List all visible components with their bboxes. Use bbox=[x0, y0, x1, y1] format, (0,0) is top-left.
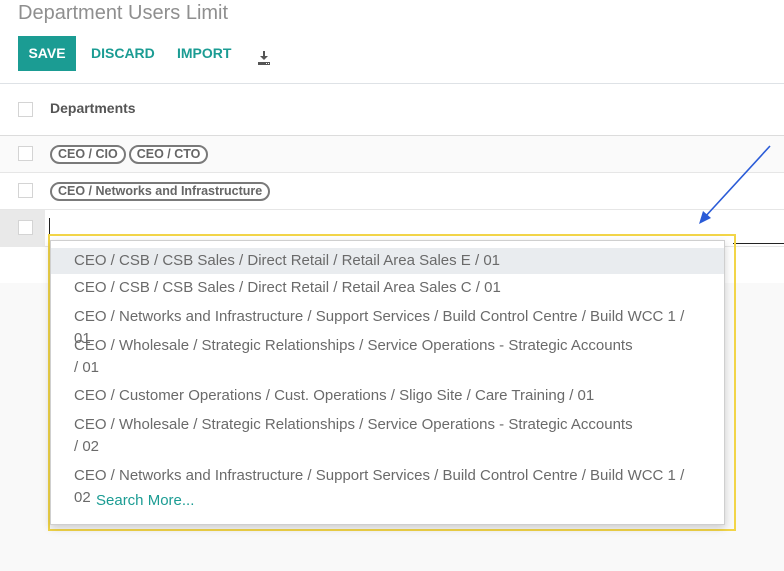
download-icon bbox=[258, 51, 270, 65]
row-checkbox[interactable] bbox=[18, 220, 33, 235]
column-header-departments[interactable]: Departments bbox=[50, 100, 136, 116]
row-checkbox[interactable] bbox=[18, 146, 33, 161]
department-tags: CEO / Networks and Infrastructure bbox=[50, 182, 271, 201]
dropdown-option[interactable]: CEO / CSB / CSB Sales / Direct Retail / … bbox=[51, 276, 724, 304]
department-tag[interactable]: CEO / Networks and Infrastructure bbox=[50, 182, 271, 201]
table-row[interactable]: CEO / Networks and Infrastructure bbox=[0, 173, 784, 210]
dropdown-option[interactable]: CEO / Customer Operations / Cust. Operat… bbox=[51, 384, 724, 412]
dropdown-option[interactable]: CEO / Networks and Infrastructure / Supp… bbox=[51, 305, 724, 347]
control-panel: Department Users Limit SAVE DISCARD IMPO… bbox=[0, 0, 784, 84]
search-more-link[interactable]: Search More... bbox=[96, 492, 194, 509]
page-title: Department Users Limit bbox=[18, 2, 229, 24]
download-button[interactable] bbox=[256, 44, 272, 65]
dropdown-option[interactable]: CEO / Wholesale / Strategic Relationship… bbox=[51, 334, 724, 384]
table-row[interactable]: CEO / CIO CEO / CTO bbox=[0, 136, 784, 173]
department-tags: CEO / CIO CEO / CTO bbox=[50, 145, 209, 164]
discard-button[interactable]: DISCARD bbox=[91, 36, 155, 71]
select-all-checkbox[interactable] bbox=[18, 102, 33, 117]
import-button[interactable]: IMPORT bbox=[177, 36, 231, 71]
department-tag[interactable]: CEO / CIO bbox=[50, 145, 126, 164]
dropdown-option[interactable]: CEO / CSB / CSB Sales / Direct Retail / … bbox=[51, 248, 724, 274]
annotation-arrow-icon bbox=[699, 145, 771, 224]
dropdown-option[interactable]: CEO / Networks and Infrastructure / Supp… bbox=[51, 464, 724, 506]
department-input[interactable] bbox=[49, 218, 50, 235]
list-header: Departments bbox=[0, 84, 784, 136]
dropdown-option[interactable]: CEO / Wholesale / Strategic Relationship… bbox=[51, 413, 724, 463]
row-checkbox[interactable] bbox=[18, 183, 33, 198]
save-button[interactable]: SAVE bbox=[18, 36, 76, 71]
autocomplete-dropdown: CEO / CSB / CSB Sales / Direct Retail / … bbox=[50, 240, 725, 525]
department-tag[interactable]: CEO / CTO bbox=[128, 145, 209, 164]
input-underline bbox=[733, 243, 784, 244]
